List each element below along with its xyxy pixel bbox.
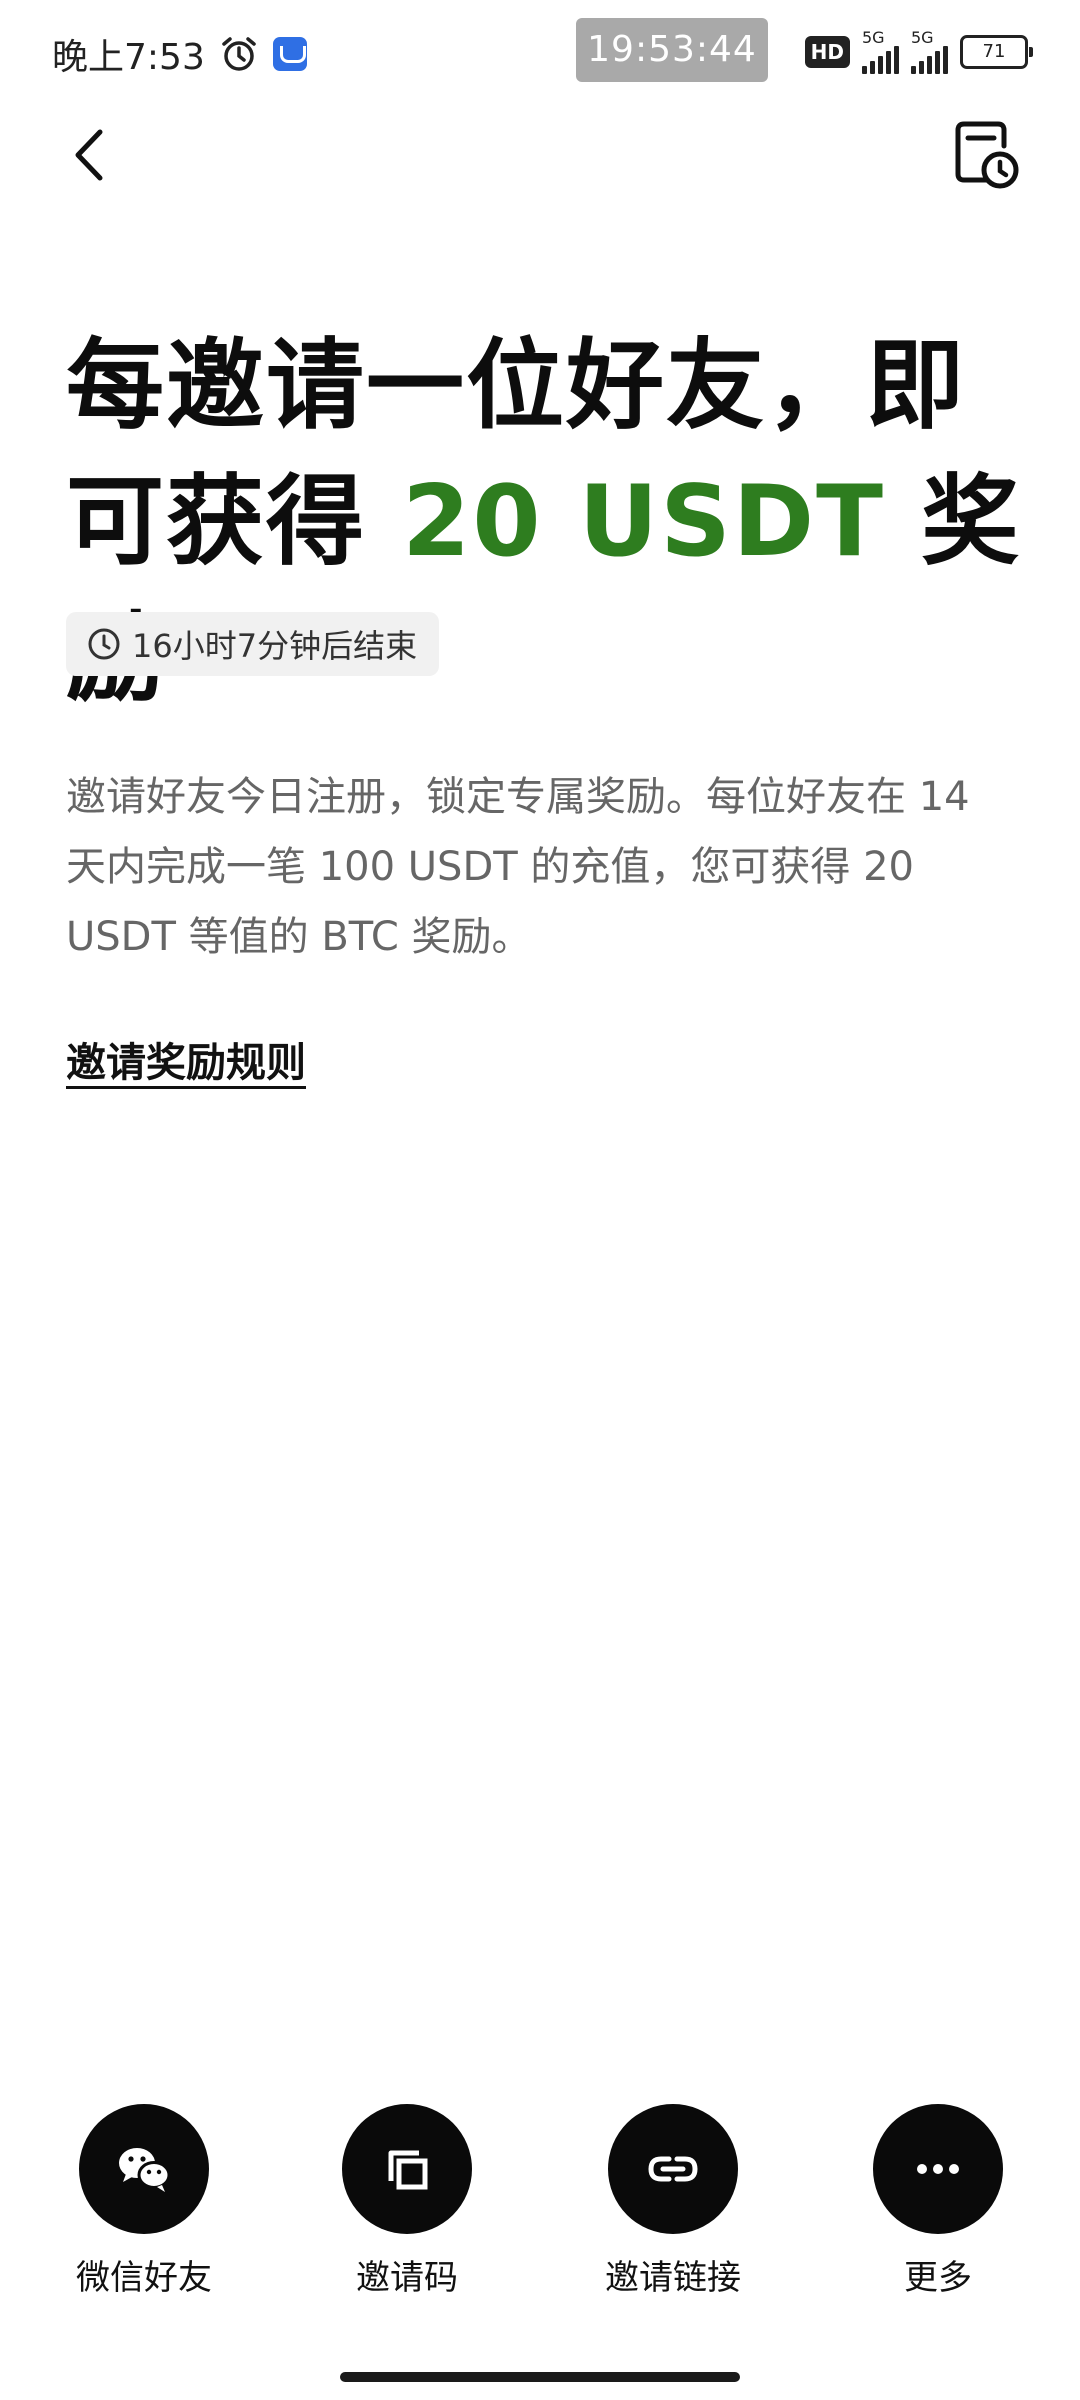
more-circle[interactable] [873, 2104, 1003, 2234]
battery-level: 71 [982, 41, 1006, 62]
status-bar: 晚上7:53 19:53:44 HD 5G 5G 71 [0, 0, 1080, 110]
share-invite-link-button[interactable]: 邀请链接 [573, 2104, 773, 2299]
battery-icon: 71 [960, 35, 1033, 69]
reward-amount: 20 USDT [402, 465, 885, 579]
history-button[interactable] [950, 118, 1020, 194]
rules-link[interactable]: 邀请奖励规则 [66, 1030, 306, 1088]
signal-label: 5G [911, 28, 934, 47]
signal-label: 5G [862, 28, 885, 47]
wechat-icon [119, 2148, 171, 2192]
alarm-clock-icon [219, 34, 259, 74]
signal-icon: 5G [862, 28, 899, 74]
home-indicator[interactable] [340, 2372, 740, 2382]
document-clock-icon [955, 121, 1019, 189]
copy-icon [388, 2150, 428, 2190]
status-time: 晚上7:53 [52, 37, 205, 78]
share-label: 邀请码 [356, 2258, 458, 2298]
more-dots-icon [917, 2164, 959, 2174]
wechat-circle[interactable] [79, 2104, 209, 2234]
share-invite-code-button[interactable]: 邀请码 [307, 2104, 507, 2299]
share-more-button[interactable]: 更多 [838, 2104, 1038, 2299]
chevron-left-icon [75, 129, 103, 181]
countdown-text: 16小时7分钟后结束 [132, 627, 418, 665]
share-label: 邀请链接 [605, 2258, 741, 2298]
invite-link-circle[interactable] [608, 2104, 738, 2234]
floating-clock: 19:53:44 [576, 18, 768, 82]
status-right: HD 5G 5G 71 [804, 28, 1033, 74]
signal-icon: 5G [911, 28, 948, 74]
description-text: 邀请好友今日注册，锁定专属奖励。每位好友在 14 天内完成一笔 100 USDT… [66, 774, 970, 960]
link-icon [648, 2156, 698, 2182]
share-actions: 微信好友 邀请码 邀请链接 更多 [0, 2104, 1080, 2304]
invite-code-circle[interactable] [342, 2104, 472, 2234]
countdown-badge: 16小时7分钟后结束 [66, 612, 440, 676]
app-notification-icon [272, 37, 307, 71]
back-button[interactable] [60, 120, 120, 190]
clock-icon [88, 628, 120, 660]
status-left: 晚上7:53 [52, 28, 307, 80]
share-label: 更多 [904, 2258, 972, 2298]
hd-icon: HD [804, 36, 850, 68]
share-wechat-button[interactable]: 微信好友 [44, 2104, 244, 2299]
share-label: 微信好友 [76, 2258, 212, 2298]
